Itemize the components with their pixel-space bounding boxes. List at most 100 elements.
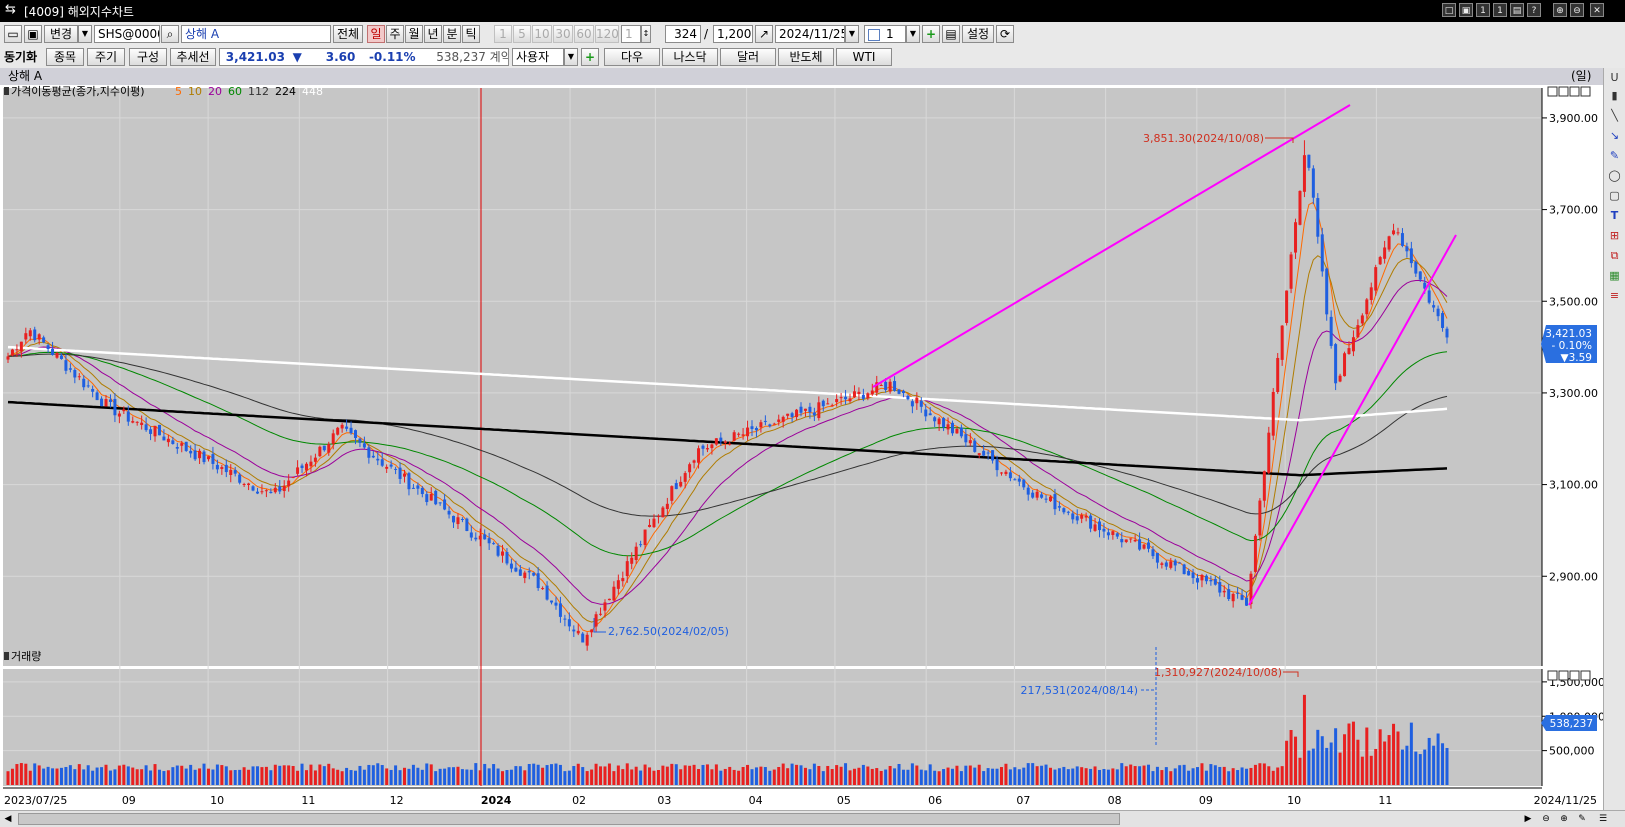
- date-dropdown-icon[interactable]: ▼: [845, 25, 859, 43]
- symbol-name-field[interactable]: 상해 A: [181, 25, 331, 43]
- pen-tool-icon[interactable]: ✎: [1607, 148, 1622, 163]
- volume-bar: [817, 765, 821, 785]
- line-tool-icon[interactable]: ╲: [1607, 108, 1622, 123]
- maximize-icon[interactable]: ⊕: [1553, 3, 1567, 17]
- eraser-icon[interactable]: ▮: [1607, 88, 1622, 103]
- chart-svg[interactable]: 가격이동평균(종가,지수이평) 5 10 20 60 112 224 448 거래량 3,9…: [0, 85, 1605, 810]
- candle-body: [171, 440, 175, 444]
- sync-trendline-button[interactable]: 추세선: [170, 48, 216, 66]
- volume-bar: [149, 770, 153, 785]
- symbol-code-input[interactable]: SHS@000002: [94, 25, 160, 43]
- interval-5-button[interactable]: 5: [513, 25, 531, 43]
- fibonacci-tool-icon[interactable]: ≡: [1607, 288, 1622, 303]
- draw-icon[interactable]: ✎: [1576, 813, 1588, 825]
- period-minute-button[interactable]: 분: [443, 25, 461, 43]
- unit-input[interactable]: 1: [621, 25, 641, 43]
- screen-icon[interactable]: ▭: [4, 25, 22, 43]
- candle-body: [661, 507, 665, 518]
- volume-bar: [576, 763, 580, 785]
- volume-bar: [1262, 763, 1266, 785]
- change-dropdown-icon[interactable]: ▼: [78, 25, 92, 43]
- scroll-thumb[interactable]: [18, 813, 1120, 825]
- sync-period-button[interactable]: 주기: [87, 48, 125, 66]
- tab-dollar[interactable]: 달러: [720, 48, 776, 66]
- count-max-field[interactable]: 1,200: [713, 25, 753, 43]
- settings-button[interactable]: 설정: [962, 25, 994, 43]
- unit-spin-icon[interactable]: ↕: [641, 25, 651, 43]
- tab-wti[interactable]: WTI: [836, 48, 892, 66]
- layout-2-icon[interactable]: 1: [1493, 3, 1507, 17]
- candle-body: [220, 467, 224, 469]
- tab-nasdaq[interactable]: 나스닥: [662, 48, 718, 66]
- help-icon[interactable]: ?: [1527, 3, 1541, 17]
- volume-bar: [496, 768, 500, 785]
- chart-area[interactable]: 가격이동평균(종가,지수이평) 5 10 20 60 112 224 448 거래량 3,9…: [0, 85, 1605, 810]
- scroll-right-icon[interactable]: ▶: [1522, 813, 1534, 825]
- menu-icon[interactable]: ☰: [1596, 813, 1610, 825]
- zoom-out-icon[interactable]: ⊖: [1540, 813, 1552, 825]
- volume-bar: [1392, 723, 1396, 785]
- restore-icon[interactable]: □: [1442, 3, 1456, 17]
- save-icon[interactable]: ▤: [942, 25, 960, 43]
- close-icon[interactable]: ✕: [1590, 3, 1604, 17]
- interval-120-button[interactable]: 120: [595, 25, 619, 43]
- text-tool-icon[interactable]: T: [1607, 208, 1622, 223]
- sync-symbol-button[interactable]: 종목: [46, 48, 84, 66]
- monitor-icon[interactable]: ▣: [24, 25, 42, 43]
- horizontal-scrollbar[interactable]: ◀ ▶ ⊖ ⊕ ✎ ☰: [0, 810, 1625, 827]
- volume-bar: [304, 770, 308, 785]
- minimize-icon[interactable]: ⊖: [1570, 3, 1584, 17]
- candle-body: [812, 412, 816, 416]
- volume-bar: [1093, 766, 1097, 785]
- rectangle-tool-icon[interactable]: ▢: [1607, 188, 1622, 203]
- interval-30-button[interactable]: 30: [553, 25, 573, 43]
- volume-collapse-icon[interactable]: [4, 652, 9, 660]
- change-button[interactable]: 변경: [44, 25, 78, 43]
- sync-layout-button[interactable]: 구성: [129, 48, 167, 66]
- date-input[interactable]: 2024/11/25: [775, 25, 845, 43]
- current-price-change: ▼3.59: [1561, 352, 1592, 364]
- layout-1-icon[interactable]: 1: [1476, 3, 1490, 17]
- refresh-icon[interactable]: ⟳: [996, 25, 1014, 43]
- volume-bar: [233, 770, 237, 785]
- pin-icon[interactable]: ▣: [1459, 3, 1473, 17]
- ellipse-tool-icon[interactable]: ◯: [1607, 168, 1622, 183]
- search-icon[interactable]: ⌕: [161, 25, 179, 43]
- cursor-icon[interactable]: U: [1607, 70, 1622, 85]
- candle-body: [1124, 539, 1128, 542]
- pane-collapse-icon[interactable]: [4, 87, 9, 95]
- candle-body: [1267, 432, 1271, 473]
- tab-dow[interactable]: 다우: [604, 48, 660, 66]
- volume-bar: [563, 771, 567, 785]
- ray-tool-icon[interactable]: ↘: [1607, 128, 1622, 143]
- add-tab-icon[interactable]: +: [581, 48, 599, 66]
- all-button[interactable]: 전체: [333, 25, 363, 43]
- zoom-in-icon[interactable]: ⊕: [1558, 813, 1570, 825]
- volume-bar: [420, 769, 424, 785]
- tab-semiconductor[interactable]: 반도체: [778, 48, 834, 66]
- marker-tool-icon[interactable]: ⊞: [1607, 228, 1622, 243]
- interval-10-button[interactable]: 10: [532, 25, 552, 43]
- period-year-button[interactable]: 년: [424, 25, 442, 43]
- volume-bar: [1253, 764, 1257, 785]
- chart-type-icon[interactable]: ↗: [755, 25, 773, 43]
- user-select[interactable]: 사용자: [512, 48, 564, 66]
- add-indicator-icon[interactable]: +: [922, 25, 940, 43]
- period-day-button[interactable]: 일: [367, 25, 385, 43]
- period-month-button[interactable]: 월: [405, 25, 423, 43]
- pane-dropdown-icon[interactable]: ▼: [906, 25, 920, 43]
- period-week-button[interactable]: 주: [386, 25, 404, 43]
- copy-tool-icon[interactable]: ⧉: [1607, 248, 1622, 263]
- volume-bar: [1098, 769, 1102, 785]
- interval-1-button[interactable]: 1: [494, 25, 512, 43]
- print-icon[interactable]: ▤: [1510, 3, 1524, 17]
- scroll-left-icon[interactable]: ◀: [2, 813, 14, 825]
- period-tick-button[interactable]: 틱: [462, 25, 480, 43]
- interval-60-button[interactable]: 60: [574, 25, 594, 43]
- image-tool-icon[interactable]: ▦: [1607, 268, 1622, 283]
- user-dropdown-icon[interactable]: ▼: [564, 48, 578, 66]
- volume-bar: [269, 770, 273, 785]
- pane-count-select[interactable]: 1: [864, 25, 906, 43]
- count-input[interactable]: 324: [665, 25, 701, 43]
- candle-body: [1231, 593, 1235, 602]
